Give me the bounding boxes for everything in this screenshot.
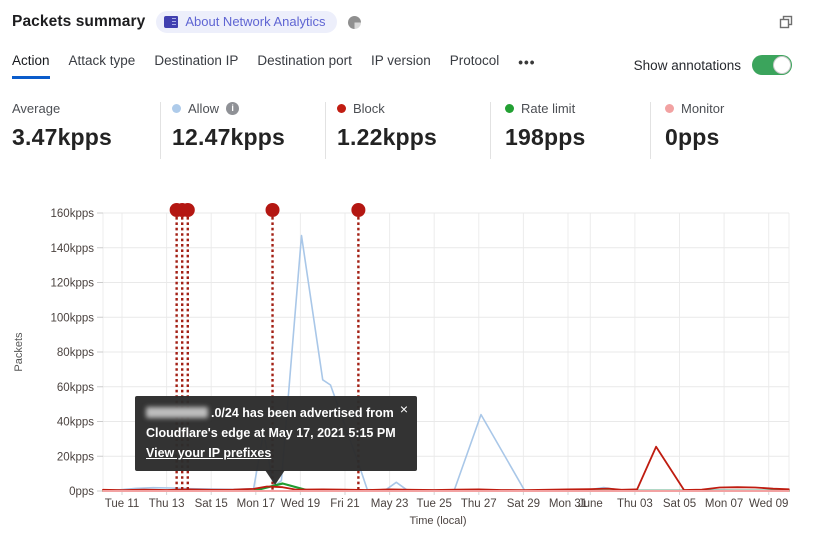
toggle-knob — [773, 56, 791, 74]
stat-average-label: Average — [12, 101, 61, 116]
svg-text:20kpps: 20kpps — [57, 451, 94, 463]
show-annotations-toggle[interactable] — [752, 55, 792, 75]
allow-legend-dot — [172, 104, 181, 113]
about-network-analytics-badge[interactable]: About Network Analytics — [156, 11, 337, 33]
info-icon[interactable]: i — [226, 102, 240, 115]
stat-block: Block 1.22kpps — [337, 100, 437, 151]
svg-text:Tue 11: Tue 11 — [105, 498, 140, 510]
rate-limit-legend-dot — [505, 104, 514, 113]
close-icon[interactable]: × — [400, 399, 408, 419]
divider — [490, 102, 491, 159]
packets-chart-canvas[interactable]: 0pps 20kpps 40kpps 60kpps 80kpps 100kpps 120kp… — [0, 190, 816, 545]
stat-monitor: Monitor 0pps — [665, 100, 724, 151]
stat-average-value: 3.47kpps — [12, 124, 113, 150]
view-ip-prefixes-link[interactable]: View your IP prefixes — [146, 446, 271, 460]
tab-action[interactable]: Action — [12, 53, 50, 79]
svg-text:160kpps: 160kpps — [51, 208, 95, 220]
annotation-tooltip: × .0/24 has been advertised from Cloudfl… — [135, 396, 417, 485]
stat-rate-limit: Rate limit 198pps — [505, 100, 585, 151]
svg-text:Tue 25: Tue 25 — [417, 498, 452, 510]
svg-text:Mon 17: Mon 17 — [237, 498, 275, 510]
divider — [160, 102, 161, 159]
svg-text:Thu 03: Thu 03 — [617, 498, 653, 510]
divider — [325, 102, 326, 159]
svg-text:Packets: Packets — [13, 332, 25, 372]
svg-text:60kpps: 60kpps — [57, 382, 94, 394]
svg-text:Mon 07: Mon 07 — [705, 498, 743, 510]
about-badge-label: About Network Analytics — [185, 14, 326, 29]
svg-text:80kpps: 80kpps — [57, 347, 94, 359]
stat-monitor-label: Monitor — [681, 101, 725, 116]
svg-text:40kpps: 40kpps — [57, 417, 94, 429]
pie-chart-icon[interactable] — [347, 15, 361, 29]
header: Packets summary About Network Analytics — [12, 11, 361, 33]
block-legend-dot — [337, 104, 346, 113]
svg-text:Time (local): Time (local) — [409, 515, 466, 527]
monitor-legend-dot — [665, 104, 674, 113]
stat-block-label: Block — [353, 101, 385, 116]
svg-text:0pps: 0pps — [69, 486, 94, 498]
more-tabs-icon[interactable]: ••• — [518, 53, 535, 79]
svg-text:Wed 19: Wed 19 — [281, 498, 320, 510]
stat-allow-value: 12.47kpps — [172, 124, 286, 150]
page-title: Packets summary — [12, 13, 146, 30]
show-annotations-control: Show annotations — [634, 55, 792, 75]
stat-allow-label: Allow — [188, 101, 220, 116]
packets-chart: 0pps 20kpps 40kpps 60kpps 80kpps 100kpps 120kp… — [0, 190, 816, 545]
stat-average: Average 3.47kpps — [12, 100, 112, 151]
svg-text:120kpps: 120kpps — [51, 278, 95, 290]
stat-rate-limit-value: 198pps — [505, 124, 586, 150]
book-icon — [164, 15, 179, 28]
divider — [650, 102, 651, 159]
tab-destination-ip[interactable]: Destination IP — [154, 53, 238, 79]
stat-monitor-value: 0pps — [665, 124, 720, 150]
svg-text:Wed 09: Wed 09 — [749, 498, 788, 510]
stat-allow: Allow i 12.47kpps — [172, 100, 285, 151]
svg-text:Thu 13: Thu 13 — [149, 498, 185, 510]
svg-text:100kpps: 100kpps — [51, 312, 95, 324]
tab-destination-port[interactable]: Destination port — [257, 53, 352, 79]
tooltip-line1: .0/24 has been advertised from — [146, 403, 405, 423]
svg-text:May 23: May 23 — [371, 498, 409, 510]
svg-text:Fri 21: Fri 21 — [330, 498, 359, 510]
svg-text:140kpps: 140kpps — [51, 243, 95, 255]
tab-protocol[interactable]: Protocol — [450, 53, 500, 79]
tab-bar: Action Attack type Destination IP Destin… — [12, 53, 535, 79]
svg-text:Thu 27: Thu 27 — [461, 498, 497, 510]
redacted-ip-prefix — [146, 407, 208, 418]
svg-text:Sat 15: Sat 15 — [195, 498, 228, 510]
tab-attack-type[interactable]: Attack type — [69, 53, 136, 79]
svg-text:Sat 29: Sat 29 — [507, 498, 540, 510]
stat-rate-limit-label: Rate limit — [521, 101, 576, 116]
svg-text:June: June — [578, 498, 603, 510]
tab-ip-version[interactable]: IP version — [371, 53, 431, 79]
stats-row: Average 3.47kpps Allow i 12.47kpps Block… — [0, 100, 816, 162]
tooltip-line2: Cloudflare's edge at May 17, 2021 5:15 P… — [146, 426, 396, 440]
svg-text:Sat 05: Sat 05 — [663, 498, 696, 510]
show-annotations-label: Show annotations — [633, 57, 741, 73]
stat-block-value: 1.22kpps — [337, 124, 438, 150]
restore-window-icon[interactable] — [779, 15, 793, 29]
